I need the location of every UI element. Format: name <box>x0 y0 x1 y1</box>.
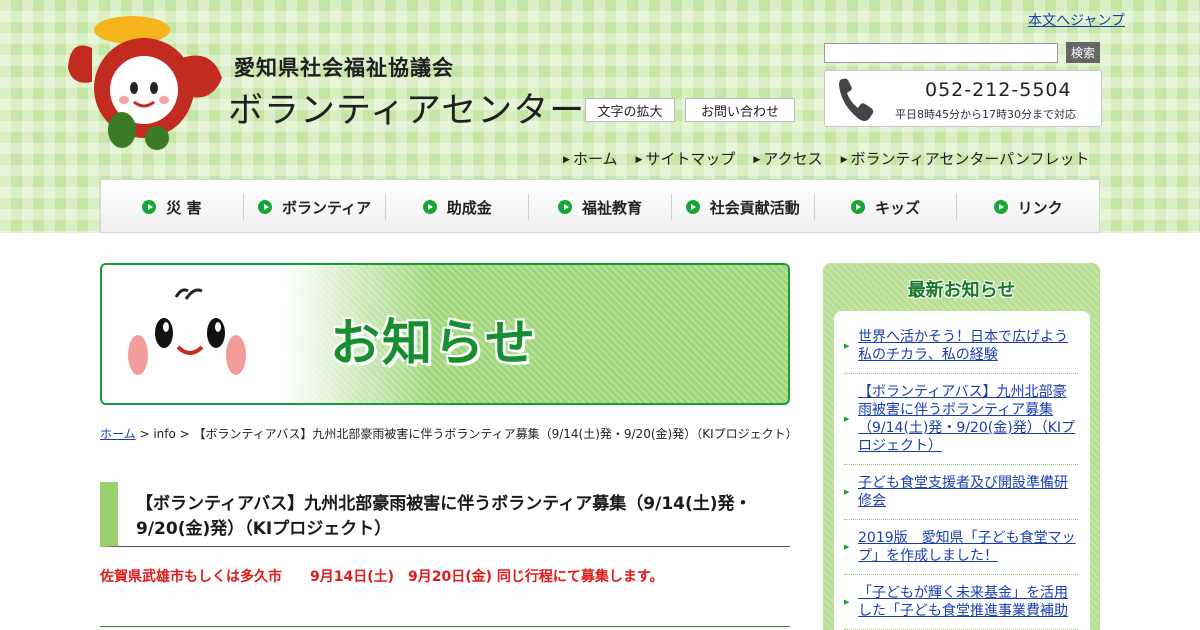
play-circle-icon <box>558 200 572 214</box>
search-button[interactable]: 検索 <box>1066 42 1100 63</box>
mascot-face-icon <box>128 288 246 375</box>
play-circle-icon <box>142 200 157 214</box>
news-link[interactable]: 「子どもが輝く未来基金」を活用した「子ども食堂推進事業費補助 <box>858 585 1068 619</box>
gnav-disaster[interactable]: 災 害 <box>101 194 244 220</box>
post-title: 【ボランティアバス】九州北部豪雨被害に伴うボランティア募集（9/14(土)発・9… <box>100 482 790 547</box>
sidebar-news-list: 世界へ活かそう！日本で広げよう私のチカラ、私の経験 【ボランティアバス】九州北部… <box>834 311 1090 630</box>
list-item: 2019版 愛知県「子ども食堂マップ」を作成しました！ <box>844 520 1078 575</box>
search-input[interactable] <box>824 43 1058 63</box>
gnav-grants[interactable]: 助成金 <box>386 194 530 220</box>
list-item: 世界へ活かそう！日本で広げよう私のチカラ、私の経験 <box>844 319 1078 374</box>
news-link[interactable]: 世界へ活かそう！日本で広げよう私のチカラ、私の経験 <box>858 329 1068 363</box>
tel-number: 052-212-5504 <box>925 79 1072 101</box>
gnav-volunteer[interactable]: ボランティア <box>244 194 387 220</box>
play-circle-icon <box>258 200 273 214</box>
tel-hours: 平日8時45分から17時30分まで対応 <box>895 108 1076 121</box>
phone-icon <box>839 78 874 121</box>
latest-news-sidebar: 最新お知らせ 世界へ活かそう！日本で広げよう私のチカラ、私の経験 【ボランティア… <box>823 263 1100 630</box>
breadcrumb-trail: > info > 【ボランティアバス】九州北部豪雨被害に伴うボランティア募集（9… <box>135 427 798 441</box>
contact-button[interactable]: お問い合わせ <box>685 98 795 122</box>
util-nav-access[interactable]: アクセス <box>753 148 822 169</box>
util-nav-home[interactable]: ホーム <box>563 148 618 169</box>
play-circle-icon <box>993 200 1008 214</box>
gnav-social-contribution[interactable]: 社会貢献活動 <box>672 194 815 220</box>
play-circle-icon <box>685 200 700 214</box>
util-nav-sitemap[interactable]: サイトマップ <box>635 148 735 169</box>
news-link[interactable]: 【ボランティアバス】九州北部豪雨被害に伴うボランティア募集（9/14(土)発・9… <box>858 384 1075 454</box>
sidebar-title: 最新お知らせ <box>907 280 1016 301</box>
post-divider <box>100 626 790 627</box>
utility-nav: ホーム サイトマップ アクセス ボランティアセンターパンフレット <box>563 148 1090 169</box>
site-name[interactable]: ボランティアセンター <box>228 82 585 133</box>
text-size-button[interactable]: 文字の拡大 <box>585 98 675 122</box>
news-link[interactable]: 子ども食堂支援者及び開設準備研修会 <box>858 475 1068 509</box>
skip-to-content-link[interactable]: 本文へジャンプ <box>1028 10 1125 30</box>
list-item: 子ども食堂支援者及び開設準備研修会 <box>844 465 1078 520</box>
breadcrumb-home-link[interactable]: ホーム <box>100 427 136 441</box>
play-circle-icon <box>850 200 865 214</box>
global-nav: 災 害 ボランティア 助成金 福祉教育 社会貢献活動 キッズ リンク <box>100 179 1100 233</box>
gnav-welfare-education[interactable]: 福祉教育 <box>529 194 672 220</box>
list-item: 【ボランティアバス】九州北部豪雨被害に伴うボランティア募集（9/14(土)発・9… <box>844 374 1078 465</box>
news-link[interactable]: 2019版 愛知県「子ども食堂マップ」を作成しました！ <box>858 530 1076 564</box>
mascot-logo-icon[interactable] <box>62 8 227 153</box>
banner-title: お知らせ <box>330 314 537 372</box>
play-circle-icon <box>422 200 437 214</box>
post-lead: 佐賀県武雄市もしくは多久市 9月14日(土) 9月20日(金) 同じ行程にて募集… <box>100 569 664 585</box>
util-nav-pamphlet[interactable]: ボランティアセンターパンフレット <box>841 148 1090 169</box>
gnav-links[interactable]: リンク <box>957 194 1099 220</box>
list-item: 「子どもが輝く未来基金」を活用した「子ども食堂推進事業費補助 <box>844 575 1078 630</box>
news-banner: お知らせ <box>100 263 790 405</box>
contact-box: 052-212-5504 平日8時45分から17時30分まで対応 <box>824 70 1102 127</box>
breadcrumb: ホーム > info > 【ボランティアバス】九州北部豪雨被害に伴うボランティア… <box>100 425 798 442</box>
gnav-kids[interactable]: キッズ <box>815 194 958 220</box>
org-name: 愛知県社会福祉協議会 <box>234 56 454 80</box>
